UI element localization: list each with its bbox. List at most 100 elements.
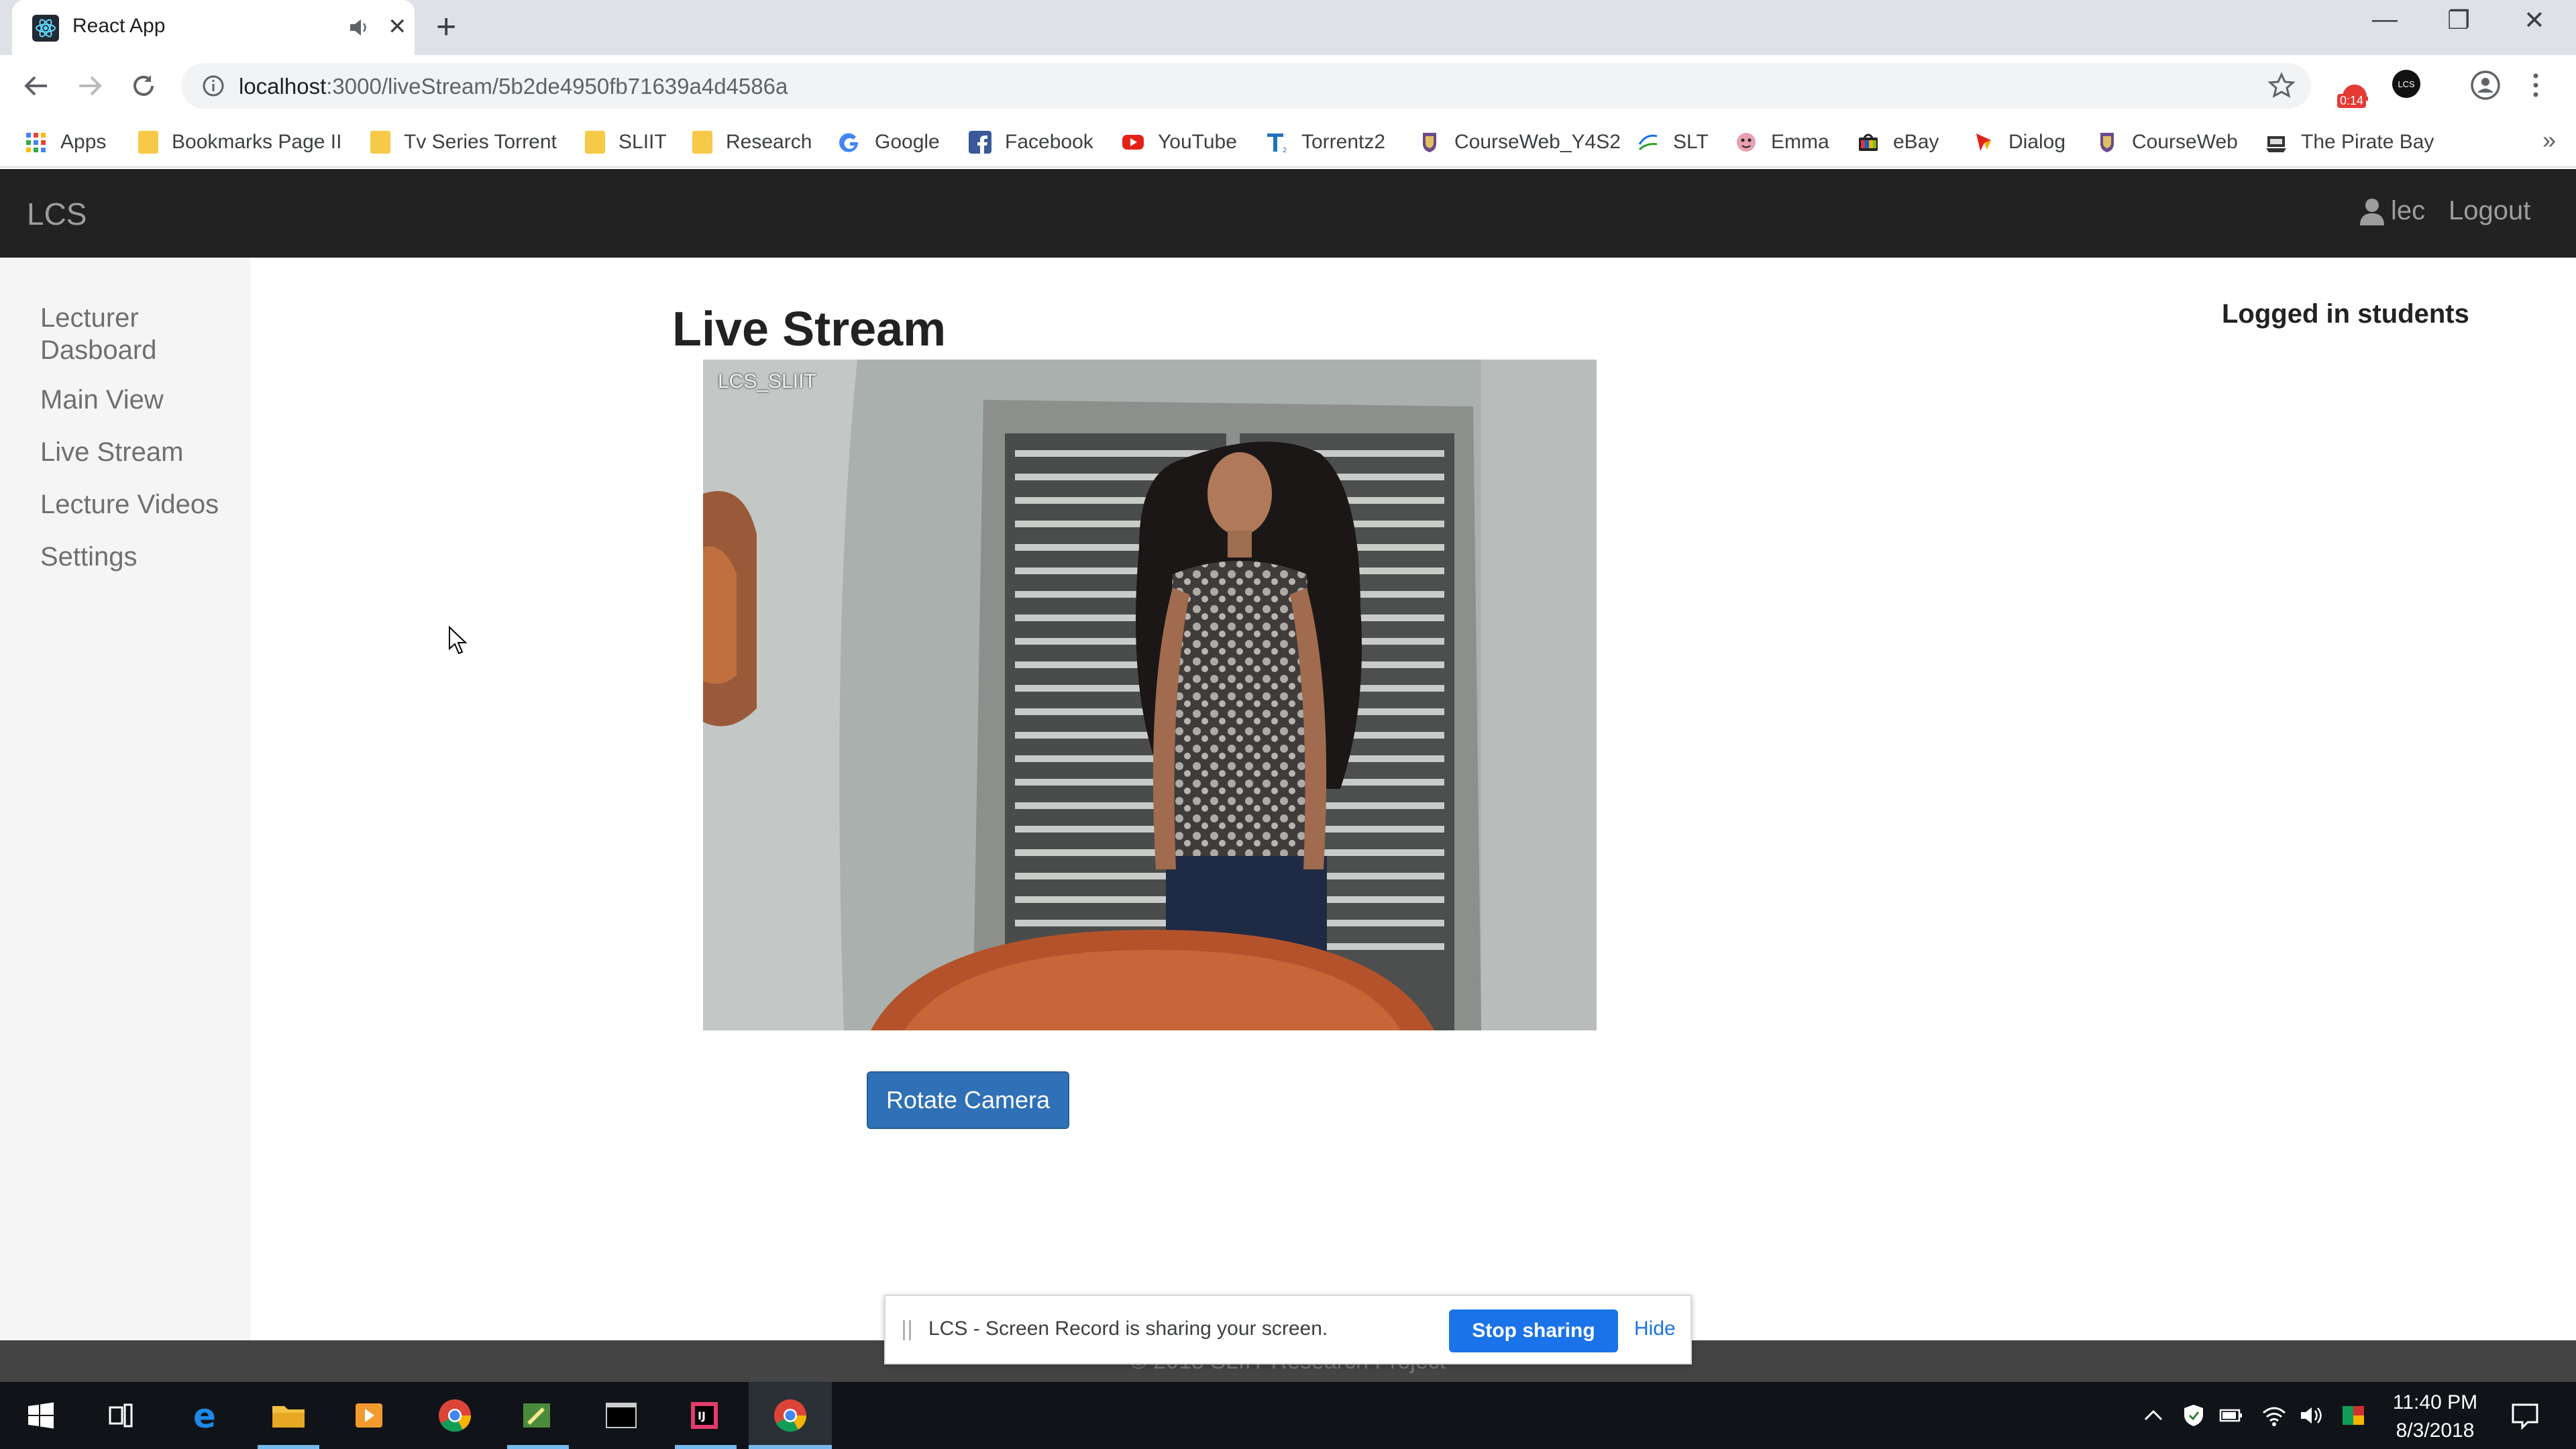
facebook-icon <box>969 131 991 154</box>
apps-grid-icon <box>26 133 46 152</box>
bookmark-youtube[interactable]: YouTube <box>1122 127 1237 157</box>
bookmark-emma[interactable]: Emma <box>1735 127 1829 157</box>
file-explorer-icon[interactable] <box>268 1395 309 1436</box>
courseweb-icon <box>2100 133 2114 152</box>
bookmark-label: Torrentz2 <box>1301 131 1386 153</box>
bookmark-courseweb-y4s2[interactable]: CourseWeb_Y4S2 <box>1418 127 1621 157</box>
address-bar[interactable]: localhost:3000/liveStream/5b2de4950fb716… <box>181 63 2311 109</box>
user-menu[interactable]: lec <box>2359 196 2425 226</box>
mouse-cursor-icon <box>449 626 468 655</box>
bookmark-facebook[interactable]: Facebook <box>969 127 1093 157</box>
camera-feed-image <box>703 360 1597 1030</box>
language-flag-icon[interactable] <box>2340 1402 2367 1429</box>
video-overlay-label: LCS_SLIIT <box>718 370 816 392</box>
bookmark-courseweb[interactable]: CourseWeb <box>2096 127 2238 157</box>
page-title: Live Stream <box>672 303 947 356</box>
bookmark-folder-research[interactable]: Research <box>692 127 812 157</box>
logout-link[interactable]: Logout <box>2449 196 2530 226</box>
show-hidden-icons-icon[interactable] <box>2140 1402 2167 1429</box>
windows-start-icon[interactable] <box>20 1395 60 1436</box>
edge-browser-icon[interactable]: e <box>186 1395 227 1436</box>
slt-icon <box>1638 134 1658 151</box>
new-tab-icon[interactable]: + <box>436 7 456 47</box>
tab-close-icon[interactable]: ✕ <box>388 13 407 40</box>
url-path: :3000/liveStream/5b2de4950fb71639a4d4586… <box>326 74 788 99</box>
bookmark-label: Facebook <box>1005 131 1093 153</box>
stop-sharing-button[interactable]: Stop sharing <box>1449 1309 1618 1352</box>
bookmark-label: Bookmarks Page II <box>172 131 342 153</box>
security-shield-icon[interactable] <box>2180 1402 2207 1429</box>
forward-icon[interactable] <box>74 70 106 102</box>
bookmark-star-icon[interactable] <box>2267 71 2296 101</box>
back-icon[interactable] <box>20 70 52 102</box>
live-stream-video[interactable]: LCS_SLIIT <box>703 360 1597 1030</box>
user-name: lec <box>2391 196 2426 225</box>
folder-icon <box>370 131 390 154</box>
system-clock[interactable]: 11:40 PM 8/3/2018 <box>2375 1389 2496 1445</box>
screen-sharing-bar: LCS - Screen Record is sharing your scre… <box>884 1295 1692 1364</box>
windows-taskbar: e IJ 11:40 PM 8/3/2018 <box>0 1382 2576 1449</box>
rotate-camera-button[interactable]: Rotate Camera <box>867 1071 1069 1129</box>
sidebar-item-main-view[interactable]: Main View <box>40 384 241 416</box>
bookmark-ebay[interactable]: eBay <box>1857 127 1939 157</box>
active-indicator <box>258 1445 319 1449</box>
record-timer-badge: 0:14 <box>2337 94 2367 108</box>
task-view-icon[interactable] <box>101 1395 141 1436</box>
bookmark-google[interactable]: Google <box>839 127 940 157</box>
bookmark-folder-bookmarks-page-ii[interactable]: Bookmarks Page II <box>138 127 341 157</box>
bookmark-dialog[interactable]: Dialog <box>1972 127 2065 157</box>
battery-icon[interactable] <box>2218 1402 2245 1429</box>
google-icon <box>839 133 859 152</box>
wifi-icon[interactable] <box>2261 1402 2288 1429</box>
piratebay-icon <box>2266 136 2286 152</box>
bookmark-folder-tv-series-torrent[interactable]: Tv Series Torrent <box>370 127 557 157</box>
intellij-icon[interactable]: IJ <box>684 1395 724 1436</box>
folder-icon <box>585 131 605 154</box>
drag-handle-icon[interactable] <box>903 1320 911 1340</box>
bookmark-label: eBay <box>1893 131 1939 153</box>
bookmark-label: SLT <box>1673 131 1709 153</box>
hide-button[interactable]: Hide <box>1634 1318 1676 1340</box>
draw-app-icon[interactable] <box>517 1395 557 1436</box>
sharing-message: LCS - Screen Record is sharing your scre… <box>928 1318 1328 1340</box>
profile-icon[interactable] <box>2470 70 2501 101</box>
bookmark-label: Google <box>875 131 940 153</box>
sidebar-item-settings[interactable]: Settings <box>40 541 241 573</box>
minimize-icon[interactable]: — <box>2372 5 2398 34</box>
tab-audio-icon[interactable] <box>347 16 370 39</box>
bookmarks-bar: Apps Bookmarks Page II Tv Series Torrent… <box>0 117 2576 168</box>
media-player-icon[interactable] <box>349 1395 389 1436</box>
url-host: localhost <box>239 74 327 99</box>
terminal-icon[interactable] <box>601 1395 641 1436</box>
sidebar-item-lecture-videos[interactable]: Lecture Videos <box>40 488 241 521</box>
bookmark-slt[interactable]: SLT <box>1637 127 1709 157</box>
restore-icon[interactable]: ❐ <box>2447 5 2470 36</box>
info-icon[interactable] <box>201 74 225 98</box>
active-indicator <box>675 1445 737 1449</box>
volume-icon[interactable] <box>2298 1402 2325 1429</box>
brand-logo[interactable]: LCS <box>27 196 87 232</box>
bookmarks-overflow-icon[interactable]: » <box>2542 126 2556 154</box>
active-indicator <box>749 1445 832 1449</box>
bookmark-apps[interactable]: Apps <box>24 127 106 157</box>
chrome-menu-icon[interactable] <box>2530 70 2541 101</box>
react-favicon-icon <box>32 15 59 42</box>
browser-tab[interactable]: React App ✕ <box>12 0 415 55</box>
action-center-icon[interactable] <box>2509 1399 2541 1432</box>
lcs-extension-icon[interactable]: LCS <box>2392 70 2420 98</box>
app-navbar: LCS lec Logout <box>0 169 2576 258</box>
bookmark-the-pirate-bay[interactable]: The Pirate Bay <box>2265 127 2434 157</box>
bookmark-folder-sliit[interactable]: SLIIT <box>585 127 667 157</box>
sidebar-item-live-stream[interactable]: Live Stream <box>40 436 241 468</box>
reload-icon[interactable] <box>127 70 160 102</box>
bookmark-torrentz2[interactable]: 2 Torrentz2 <box>1265 127 1385 157</box>
chrome-active-icon[interactable] <box>770 1395 810 1436</box>
emma-icon <box>1737 133 1756 152</box>
sidebar-item-lecturer-dashboard[interactable]: Lecturer Dasboard <box>40 302 241 366</box>
svg-text:IJ: IJ <box>698 1409 706 1422</box>
chrome-icon[interactable] <box>435 1395 475 1436</box>
bookmark-label: CourseWeb <box>2132 131 2238 153</box>
close-window-icon[interactable]: ✕ <box>2524 5 2545 36</box>
courseweb-icon <box>1423 133 1436 152</box>
bookmark-label: Apps <box>60 131 107 153</box>
